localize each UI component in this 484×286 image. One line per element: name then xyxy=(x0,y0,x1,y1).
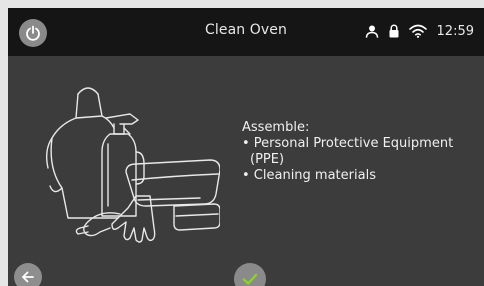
oven-screen: Clean Oven 12:59 Assemble: • Personal Pr… xyxy=(8,8,484,286)
checkmark-icon xyxy=(242,273,258,285)
back-arrow-icon xyxy=(22,271,34,283)
status-icons: 12:59 xyxy=(365,22,474,40)
confirm-button[interactable] xyxy=(234,263,266,286)
instruction-item-ppe: • Personal Protective Equipment xyxy=(242,136,454,151)
instructions-heading: Assemble: xyxy=(242,120,310,135)
clock-time: 12:59 xyxy=(436,23,474,39)
user-icon[interactable] xyxy=(365,24,379,38)
wifi-icon[interactable] xyxy=(408,24,427,38)
instruction-item-ppe-abbrev: (PPE) xyxy=(250,152,285,167)
back-button[interactable] xyxy=(14,263,42,286)
instructions-text: Assemble: • Personal Protective Equipmen… xyxy=(242,120,453,184)
status-bar: Clean Oven 12:59 xyxy=(8,8,484,56)
ppe-cleaning-illustration xyxy=(45,87,220,243)
lock-icon[interactable] xyxy=(389,24,399,38)
instruction-item-cleaning: • Cleaning materials xyxy=(242,168,376,183)
